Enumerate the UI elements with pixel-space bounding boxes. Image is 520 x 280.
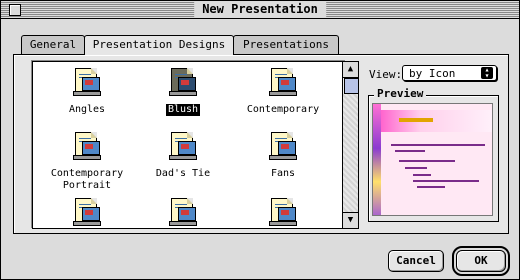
design-item-contemporary[interactable]: Contemporary [229,66,337,116]
design-item-blush[interactable]: Blush [129,66,237,116]
design-label: Angles [68,104,106,115]
presentation-design-icon [168,196,198,226]
presentation-design-icon [268,66,298,96]
design-item-dads-tie[interactable]: Dad's Tie [129,130,237,180]
design-label: Dad's Tie [155,168,211,179]
design-label: Contemporary Portrait [50,168,124,191]
design-item[interactable] [229,196,337,226]
dialog-window: New Presentation General Presentation De… [0,0,520,280]
tab-presentation-designs[interactable]: Presentation Designs [84,35,234,55]
presentation-design-icon [268,130,298,160]
design-preview-thumbnail [372,103,493,216]
scroll-track[interactable] [343,94,358,212]
designs-list[interactable]: Angles Blush Contemporary Contemporary P… [32,61,346,229]
design-label: Fans [270,168,296,179]
scroll-thumb[interactable] [344,78,359,94]
design-item-fans[interactable]: Fans [229,130,337,180]
tab-presentations[interactable]: Presentations [233,35,339,54]
popup-arrows-icon: ▴ ▾ [481,66,493,80]
presentation-design-icon [72,66,102,96]
design-label: Contemporary [246,104,320,115]
ok-button[interactable]: OK [452,246,510,276]
title-bar[interactable]: New Presentation [1,1,519,19]
design-label: Blush [165,104,201,116]
window-title: New Presentation [194,2,326,17]
preview-label: Preview [374,87,427,100]
view-popup-menu[interactable]: by Icon ▴ ▾ [402,65,497,81]
presentation-design-icon [268,196,298,226]
design-item-contemporary-portrait[interactable]: Contemporary Portrait [33,130,141,192]
presentation-design-icon [168,66,198,96]
presentation-design-icon [72,196,102,226]
presentation-design-icon [168,130,198,160]
view-popup-value: by Icon [409,67,456,80]
design-item[interactable] [33,196,141,226]
view-label: View: [369,68,403,81]
design-item-angles[interactable]: Angles [33,66,141,116]
close-box-icon[interactable] [9,4,21,16]
tab-general[interactable]: General [21,35,85,54]
scroll-down-arrow-icon[interactable]: ▼ [343,212,358,228]
scroll-up-arrow-icon[interactable]: ▲ [343,62,358,78]
design-item[interactable] [129,196,237,226]
designs-scrollbar[interactable]: ▲ ▼ [342,61,359,229]
cancel-button[interactable]: Cancel [388,250,444,272]
presentation-design-icon [72,130,102,160]
